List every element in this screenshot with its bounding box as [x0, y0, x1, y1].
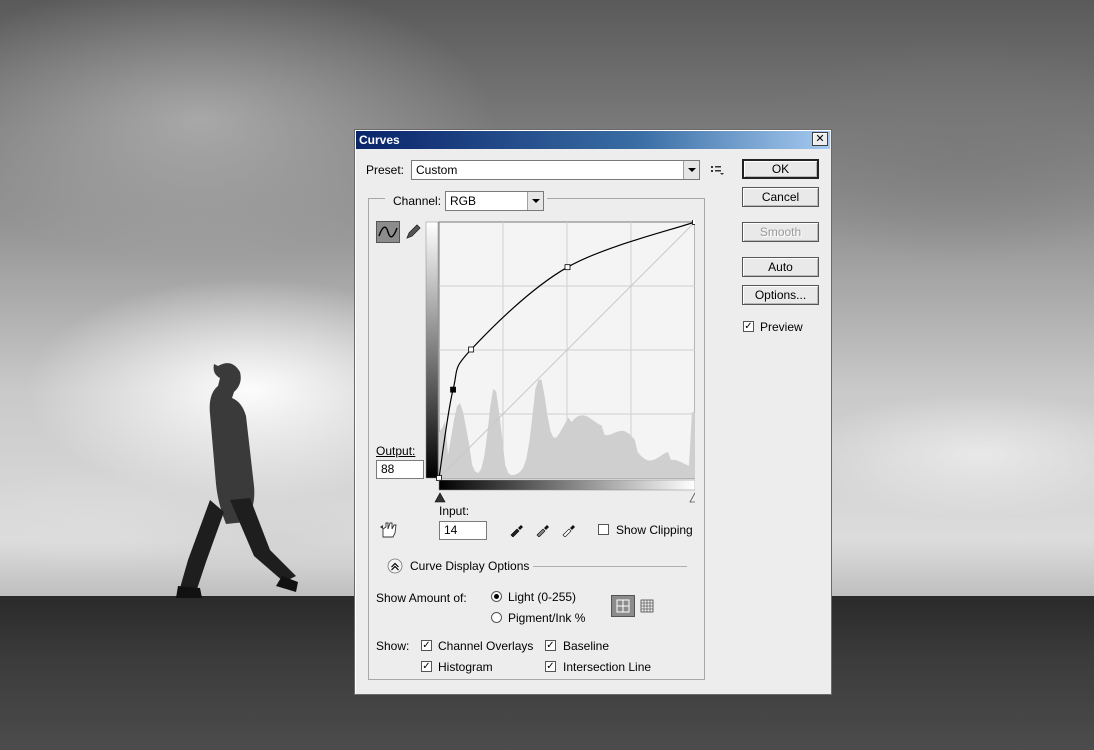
show-label: Show:: [376, 639, 410, 653]
histogram-label: Histogram: [438, 660, 493, 674]
curve-point-icon: [378, 226, 398, 238]
preview-check-icon: ✓: [744, 321, 753, 332]
smooth-button[interactable]: Smooth: [742, 222, 819, 242]
curve-control-point[interactable]: [450, 386, 456, 393]
close-icon: ✕: [815, 133, 825, 145]
histogram-checkbox[interactable]: ✓: [421, 661, 432, 672]
preset-dropdown-arrow[interactable]: [683, 161, 699, 179]
black-point-slider[interactable]: [434, 492, 446, 503]
grid-4-icon: [616, 599, 630, 613]
channel-dropdown-arrow[interactable]: [527, 192, 543, 210]
pigment-option-label: Pigment/Ink %: [508, 611, 586, 625]
intersection-line-check-icon: ✓: [546, 661, 555, 672]
options-button[interactable]: Options...: [742, 285, 819, 305]
channel-overlays-check-icon: ✓: [422, 640, 431, 651]
pencil-tool[interactable]: [401, 221, 425, 243]
curve-control-point[interactable]: [692, 220, 696, 225]
grid-10-icon[interactable]: [639, 598, 655, 614]
chevron-up-icon[interactable]: [387, 558, 403, 574]
pencil-icon: [406, 224, 421, 239]
histogram-check-icon: ✓: [422, 661, 431, 672]
show-clipping-checkbox[interactable]: [598, 524, 609, 535]
output-gradient-bar: [425, 221, 439, 479]
auto-label: Auto: [768, 260, 793, 274]
input-label: Input:: [439, 504, 470, 518]
preview-label: Preview: [760, 320, 803, 334]
baseline-checkbox[interactable]: ✓: [545, 640, 556, 651]
intersection-line-checkbox[interactable]: ✓: [545, 661, 556, 672]
dialog-titlebar: Curves: [356, 131, 830, 149]
dialog-title: Curves: [359, 133, 400, 147]
curve-control-point[interactable]: [564, 264, 571, 271]
ok-button[interactable]: OK: [742, 159, 819, 179]
preset-select[interactable]: Custom: [411, 160, 700, 180]
show-clipping-label: Show Clipping: [616, 523, 693, 537]
grid-4-button[interactable]: [611, 595, 635, 617]
channel-overlays-checkbox[interactable]: ✓: [421, 640, 432, 651]
baseline-label: Baseline: [563, 639, 610, 653]
pigment-radio[interactable]: [491, 612, 502, 623]
curves-dialog: Curves ✕ Preset: Custom OK Cancel Smooth…: [354, 129, 832, 695]
divider: [533, 566, 687, 567]
output-field[interactable]: 88: [376, 460, 424, 479]
preset-value: Custom: [416, 163, 458, 177]
auto-button[interactable]: Auto: [742, 257, 819, 277]
curve-display-options-label: Curve Display Options: [410, 559, 530, 573]
baseline-check-icon: ✓: [546, 640, 555, 651]
intersection-line-label: Intersection Line: [563, 660, 652, 674]
input-field[interactable]: 14: [439, 521, 487, 540]
options-label: Options...: [754, 288, 807, 302]
curve-control-point[interactable]: [468, 346, 475, 353]
gray-point-eyedropper-icon[interactable]: [535, 521, 551, 537]
channel-label: Channel:: [393, 194, 442, 208]
preset-options-icon[interactable]: [711, 164, 725, 176]
light-radio[interactable]: [491, 591, 502, 602]
input-gradient-bar: [438, 479, 695, 491]
cancel-label: Cancel: [761, 190, 800, 204]
output-value: 88: [381, 462, 395, 476]
curve-graph[interactable]: [425, 220, 695, 505]
smooth-label: Smooth: [759, 225, 802, 239]
output-label: Output:: [376, 444, 416, 458]
preview-checkbox[interactable]: ✓: [743, 321, 754, 332]
ok-label: OK: [771, 162, 790, 176]
input-value: 14: [444, 523, 458, 537]
channel-overlays-label: Channel Overlays: [438, 639, 534, 653]
walking-person-silhouette: [176, 363, 298, 598]
light-option-label: Light (0-255): [508, 590, 577, 604]
black-point-eyedropper-icon[interactable]: [509, 521, 525, 537]
curve-point-tool[interactable]: [376, 221, 400, 243]
channel-select[interactable]: RGB: [445, 191, 544, 211]
white-point-eyedropper-icon[interactable]: [561, 521, 577, 537]
on-image-adjust-icon[interactable]: [379, 521, 401, 539]
white-point-slider[interactable]: [689, 492, 695, 503]
show-amount-of-label: Show Amount of:: [376, 591, 467, 605]
preset-label: Preset:: [366, 163, 405, 177]
cancel-button[interactable]: Cancel: [742, 187, 819, 207]
close-button[interactable]: ✕: [812, 132, 828, 146]
channel-value: RGB: [450, 194, 477, 208]
